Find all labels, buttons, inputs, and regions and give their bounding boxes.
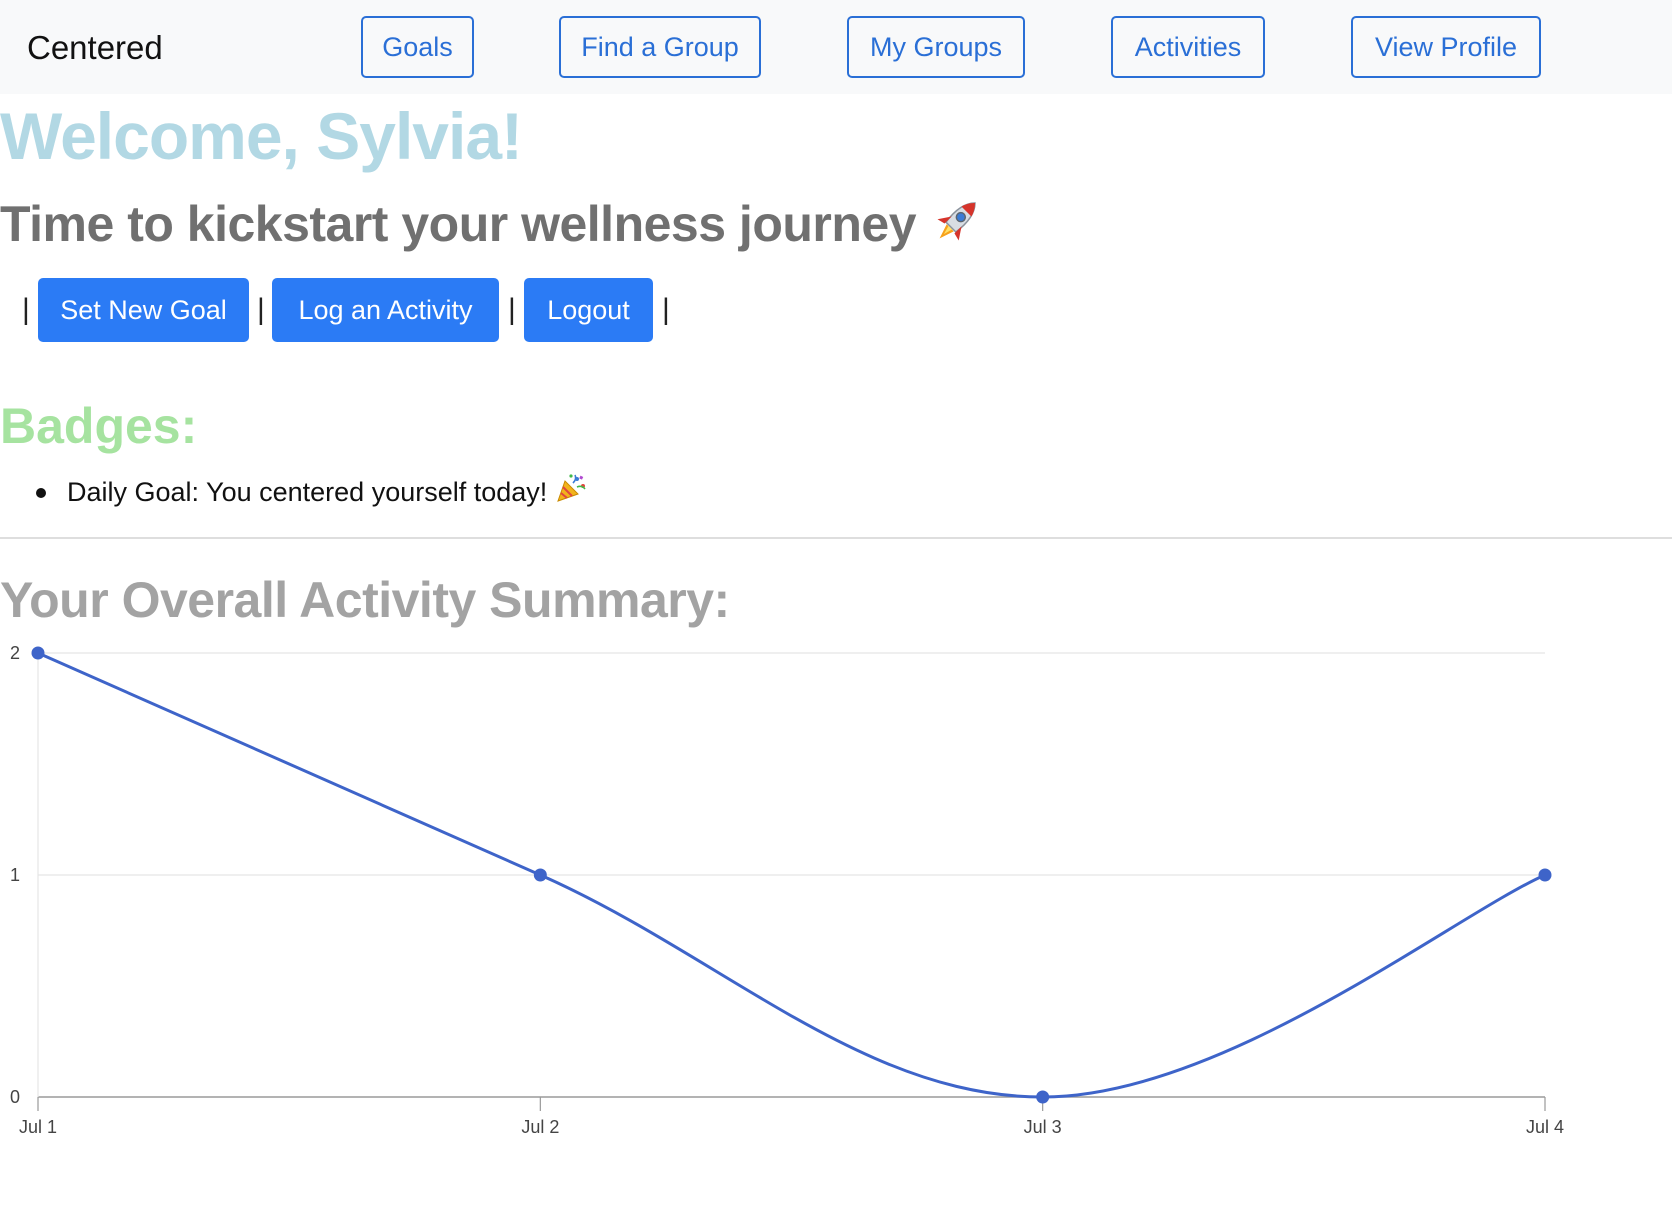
rocket-icon [929, 192, 987, 263]
x-tick-label: Jul 4 [1526, 1117, 1564, 1137]
y-tick-label: 1 [10, 865, 20, 885]
separator: | [662, 293, 670, 326]
party-popper-icon [555, 473, 587, 514]
badges-heading: Badges: [0, 398, 198, 454]
badge-item: Daily Goal: You centered yourself today! [36, 472, 587, 514]
separator: | [508, 293, 516, 326]
nav-view-profile-button[interactable]: View Profile [1351, 16, 1541, 78]
logout-button[interactable]: Logout [524, 278, 653, 342]
nav-activities-button[interactable]: Activities [1111, 16, 1265, 78]
x-tick-label: Jul 1 [19, 1117, 57, 1137]
activity-summary-heading: Your Overall Activity Summary: [0, 572, 730, 628]
x-tick-label: Jul 2 [521, 1117, 559, 1137]
navbar: Centered Goals Find a Group My Groups Ac… [0, 0, 1672, 94]
x-tick-label: Jul 3 [1024, 1117, 1062, 1137]
nav-my-groups-button[interactable]: My Groups [847, 16, 1025, 78]
set-new-goal-button[interactable]: Set New Goal [38, 278, 249, 342]
subtitle-text: Time to kickstart your wellness journey [0, 196, 917, 252]
separator: | [22, 293, 30, 326]
brand-logo[interactable]: Centered [27, 28, 163, 68]
y-tick-label: 0 [10, 1087, 20, 1107]
data-point [1538, 868, 1552, 882]
data-point [533, 868, 547, 882]
y-tick-label: 2 [10, 643, 20, 663]
data-point [31, 646, 45, 660]
subtitle-heading: Time to kickstart your wellness journey [0, 192, 987, 263]
nav-goals-button[interactable]: Goals [361, 16, 474, 78]
welcome-heading: Welcome, Sylvia! [0, 99, 523, 173]
badge-list: Daily Goal: You centered yourself today! [36, 472, 587, 514]
divider [0, 537, 1672, 539]
activity-line-chart: 0 1 2 Jul 1 Jul 2 Jul 3 Jul 4 [10, 643, 1564, 1137]
bullet-icon [36, 488, 46, 498]
badge-item-text: Daily Goal: You centered yourself today! [67, 477, 548, 507]
separator: | [257, 293, 265, 326]
nav-find-group-button[interactable]: Find a Group [559, 16, 761, 78]
log-activity-button[interactable]: Log an Activity [272, 278, 499, 342]
data-point [1036, 1090, 1050, 1104]
